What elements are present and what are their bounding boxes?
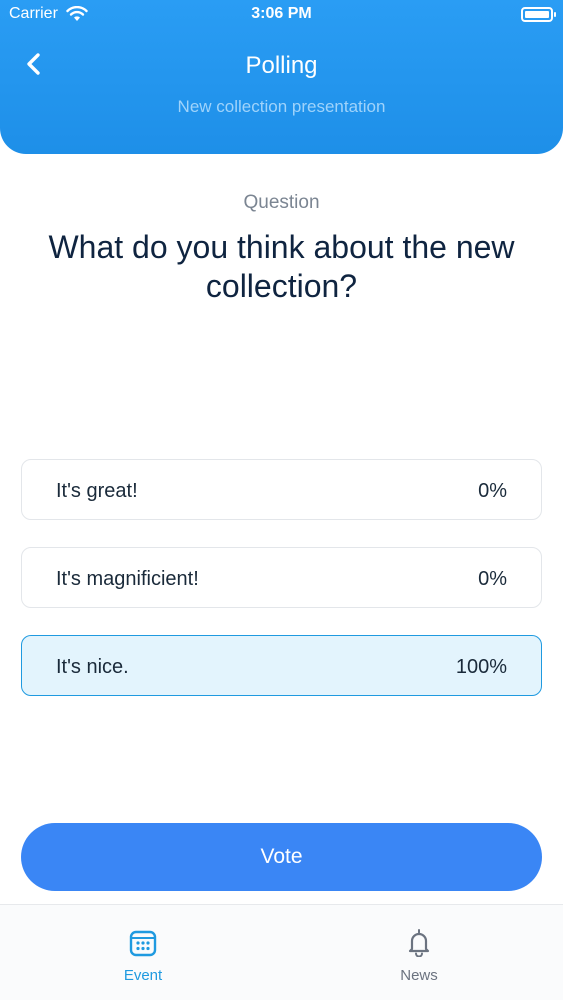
option-percent: 0% bbox=[478, 480, 507, 502]
question-text: What do you think about the new collecti… bbox=[48, 229, 515, 304]
tab-news[interactable]: News bbox=[349, 905, 489, 1000]
vote-button[interactable]: Vote bbox=[21, 823, 542, 891]
option-label: It's magnificient! bbox=[56, 568, 199, 590]
bell-icon bbox=[408, 929, 430, 957]
header: Carrier 3:06 PM Polling New collection p… bbox=[0, 0, 563, 154]
option-label: It's great! bbox=[56, 480, 138, 502]
status-bar: Carrier 3:06 PM bbox=[0, 0, 563, 30]
page-subtitle: New collection presentation bbox=[177, 97, 386, 116]
poll-option-great[interactable]: It's great! 0% bbox=[21, 459, 542, 520]
option-percent: 100% bbox=[455, 656, 507, 678]
tab-bar: Event News bbox=[0, 904, 563, 1000]
option-label: It's nice. bbox=[56, 656, 129, 678]
battery-icon bbox=[521, 7, 556, 22]
tab-event-label: Event bbox=[123, 967, 163, 984]
poll-option-magnificient[interactable]: It's magnificient! 0% bbox=[21, 547, 542, 608]
calendar-icon bbox=[129, 930, 157, 957]
tab-event[interactable]: Event bbox=[73, 905, 213, 1000]
page-title: Polling bbox=[245, 52, 318, 79]
poll-option-nice[interactable]: It's nice. 100% bbox=[21, 635, 542, 696]
clock: 3:06 PM bbox=[251, 5, 312, 22]
option-percent: 0% bbox=[478, 568, 507, 590]
tab-news-label: News bbox=[400, 967, 438, 984]
question-label: Question bbox=[243, 192, 320, 213]
